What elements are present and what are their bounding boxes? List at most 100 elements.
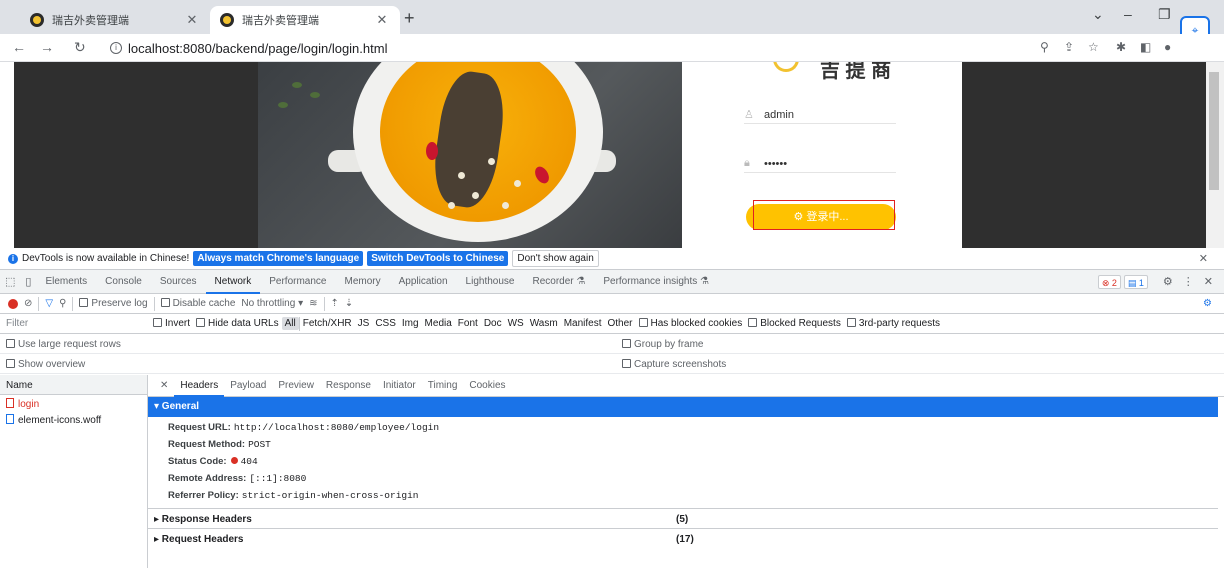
type-filter-js[interactable]: JS	[355, 317, 373, 330]
device-toolbar-icon[interactable]: ▯	[20, 275, 36, 288]
type-filter-all[interactable]: All	[281, 317, 299, 330]
tab-cookies[interactable]: Cookies	[463, 375, 511, 397]
blocked-requests-checkbox[interactable]: Blocked Requests	[745, 317, 844, 330]
tab-response[interactable]: Response	[320, 375, 377, 397]
address-bar[interactable]: i localhost:8080/backend/page/login/logi…	[100, 37, 1020, 59]
site-info-icon[interactable]: i	[110, 42, 122, 54]
request-row-font[interactable]: element-icons.woff	[0, 411, 147, 427]
seed	[458, 172, 465, 179]
tab-console[interactable]: Console	[96, 270, 151, 294]
password-input[interactable]	[764, 157, 884, 170]
minimize-icon[interactable]: –	[1124, 6, 1132, 22]
disable-cache-checkbox[interactable]: Disable cache	[160, 298, 235, 309]
leaf	[310, 92, 320, 98]
tab-sources[interactable]: Sources	[151, 270, 206, 294]
close-icon[interactable]: ✕	[374, 12, 390, 28]
request-headers-section[interactable]: ▸ Request Headers (17)	[148, 528, 1218, 548]
close-icon[interactable]: ✕	[184, 12, 200, 28]
reload-icon[interactable]: ↻	[74, 39, 86, 56]
close-devtools-icon[interactable]: ✕	[1199, 275, 1218, 288]
new-tab-icon[interactable]: +	[404, 8, 415, 29]
type-filter-ws[interactable]: WS	[505, 317, 527, 330]
search-icon[interactable]: ⚲	[59, 298, 66, 309]
type-filter-manifest[interactable]: Manifest	[561, 317, 605, 330]
divider	[38, 296, 40, 311]
network-settings-icon[interactable]: ⚙	[1203, 298, 1212, 309]
inspect-element-icon[interactable]: ⬚	[0, 275, 20, 288]
side-panel-icon[interactable]: ◧	[1140, 40, 1151, 54]
blocked-cookies-checkbox[interactable]: Has blocked cookies	[636, 317, 746, 330]
share-icon[interactable]: ⇪	[1064, 40, 1074, 54]
switch-language-button[interactable]: Switch DevTools to Chinese	[367, 251, 509, 266]
request-row-login[interactable]: login	[0, 395, 147, 411]
general-section-header[interactable]: ▾ General	[148, 397, 1218, 417]
record-icon[interactable]	[8, 298, 18, 309]
zoom-icon[interactable]: ⚲	[1040, 40, 1049, 54]
close-detail-icon[interactable]: ✕	[154, 375, 174, 397]
type-filter-media[interactable]: Media	[422, 317, 455, 330]
group-by-frame-checkbox[interactable]: Group by frame	[622, 339, 703, 350]
bookmark-star-icon[interactable]: ☆	[1088, 40, 1099, 54]
filter-icon[interactable]: ▽	[45, 298, 53, 309]
type-filter-css[interactable]: CSS	[372, 317, 399, 330]
password-field[interactable]: 🔒︎	[744, 155, 896, 173]
clear-icon[interactable]: ⊘	[24, 298, 32, 309]
scrollbar-thumb[interactable]	[1209, 72, 1219, 190]
errors-badge[interactable]: ⊗ 2	[1097, 274, 1121, 289]
tab-payload[interactable]: Payload	[224, 375, 272, 397]
tab-application[interactable]: Application	[390, 270, 457, 294]
type-filter-img[interactable]: Img	[399, 317, 422, 330]
extensions-icon[interactable]: ✱	[1116, 40, 1126, 54]
preserve-log-checkbox[interactable]: Preserve log	[79, 298, 148, 309]
large-rows-checkbox[interactable]: Use large request rows	[6, 339, 121, 350]
issues-badge[interactable]: ▤ 1	[1123, 274, 1148, 289]
show-overview-checkbox[interactable]: Show overview	[6, 359, 85, 370]
forward-icon[interactable]: →	[40, 39, 54, 55]
type-filter-doc[interactable]: Doc	[481, 317, 505, 330]
type-filter-font[interactable]: Font	[455, 317, 481, 330]
infobar-message: DevTools is now available in Chinese!	[22, 253, 190, 264]
export-har-icon[interactable]: ⇣	[345, 298, 353, 309]
close-icon[interactable]: ✕	[1199, 252, 1208, 265]
tab-performance[interactable]: Performance	[260, 270, 335, 294]
maximize-icon[interactable]: ❐	[1158, 6, 1171, 23]
tab-recorder[interactable]: Recorder ⚗	[523, 270, 594, 294]
tab-initiator[interactable]: Initiator	[377, 375, 422, 397]
browser-tab-1[interactable]: 瑞吉外卖管理端 ✕	[20, 6, 210, 34]
hide-data-urls-checkbox[interactable]: Hide data URLs	[193, 317, 282, 330]
tab-search-icon[interactable]: ⌄	[1092, 6, 1104, 23]
type-filter-other[interactable]: Other	[604, 317, 635, 330]
type-filter-fetch[interactable]: Fetch/XHR	[300, 317, 355, 330]
tab-memory[interactable]: Memory	[335, 270, 389, 294]
more-options-icon[interactable]: ⋮	[1178, 275, 1199, 288]
username-input[interactable]	[764, 108, 884, 121]
response-headers-section[interactable]: ▸ Response Headers (5)	[148, 508, 1218, 528]
url-text[interactable]: localhost:8080/backend/page/login/login.…	[128, 41, 387, 56]
invert-checkbox[interactable]: Invert	[150, 317, 193, 330]
throttling-select[interactable]: No throttling ▾	[241, 298, 303, 309]
back-icon[interactable]: ←	[12, 39, 26, 55]
tab-lighthouse[interactable]: Lighthouse	[457, 270, 524, 294]
capture-screenshots-checkbox[interactable]: Capture screenshots	[622, 359, 726, 370]
network-conditions-icon[interactable]: ≋	[309, 298, 317, 309]
page-scrollbar[interactable]	[1206, 62, 1224, 248]
tab-elements[interactable]: Elements	[36, 270, 96, 294]
tab-headers[interactable]: Headers	[174, 375, 225, 397]
status-code-row: Status Code: 404	[168, 456, 258, 467]
tab-timing[interactable]: Timing	[422, 375, 464, 397]
name-column-header[interactable]: Name	[0, 375, 148, 395]
filter-input[interactable]: Filter	[0, 318, 150, 329]
username-field[interactable]: ♙	[744, 106, 896, 124]
tab-title: 瑞吉外卖管理端	[242, 15, 319, 27]
profile-icon[interactable]: ●	[1164, 40, 1171, 54]
settings-gear-icon[interactable]: ⚙	[1158, 275, 1178, 288]
tab-performance-insights[interactable]: Performance insights ⚗	[594, 270, 718, 294]
tab-preview[interactable]: Preview	[272, 375, 320, 397]
third-party-checkbox[interactable]: 3rd-party requests	[844, 317, 943, 330]
type-filter-wasm[interactable]: Wasm	[527, 317, 561, 330]
import-har-icon[interactable]: ⇡	[331, 298, 339, 309]
dont-show-again-button[interactable]: Don't show again	[512, 250, 599, 267]
match-language-button[interactable]: Always match Chrome's language	[193, 251, 364, 266]
tab-network[interactable]: Network	[205, 270, 261, 294]
browser-tab-2[interactable]: 瑞吉外卖管理端 ✕	[210, 6, 400, 34]
